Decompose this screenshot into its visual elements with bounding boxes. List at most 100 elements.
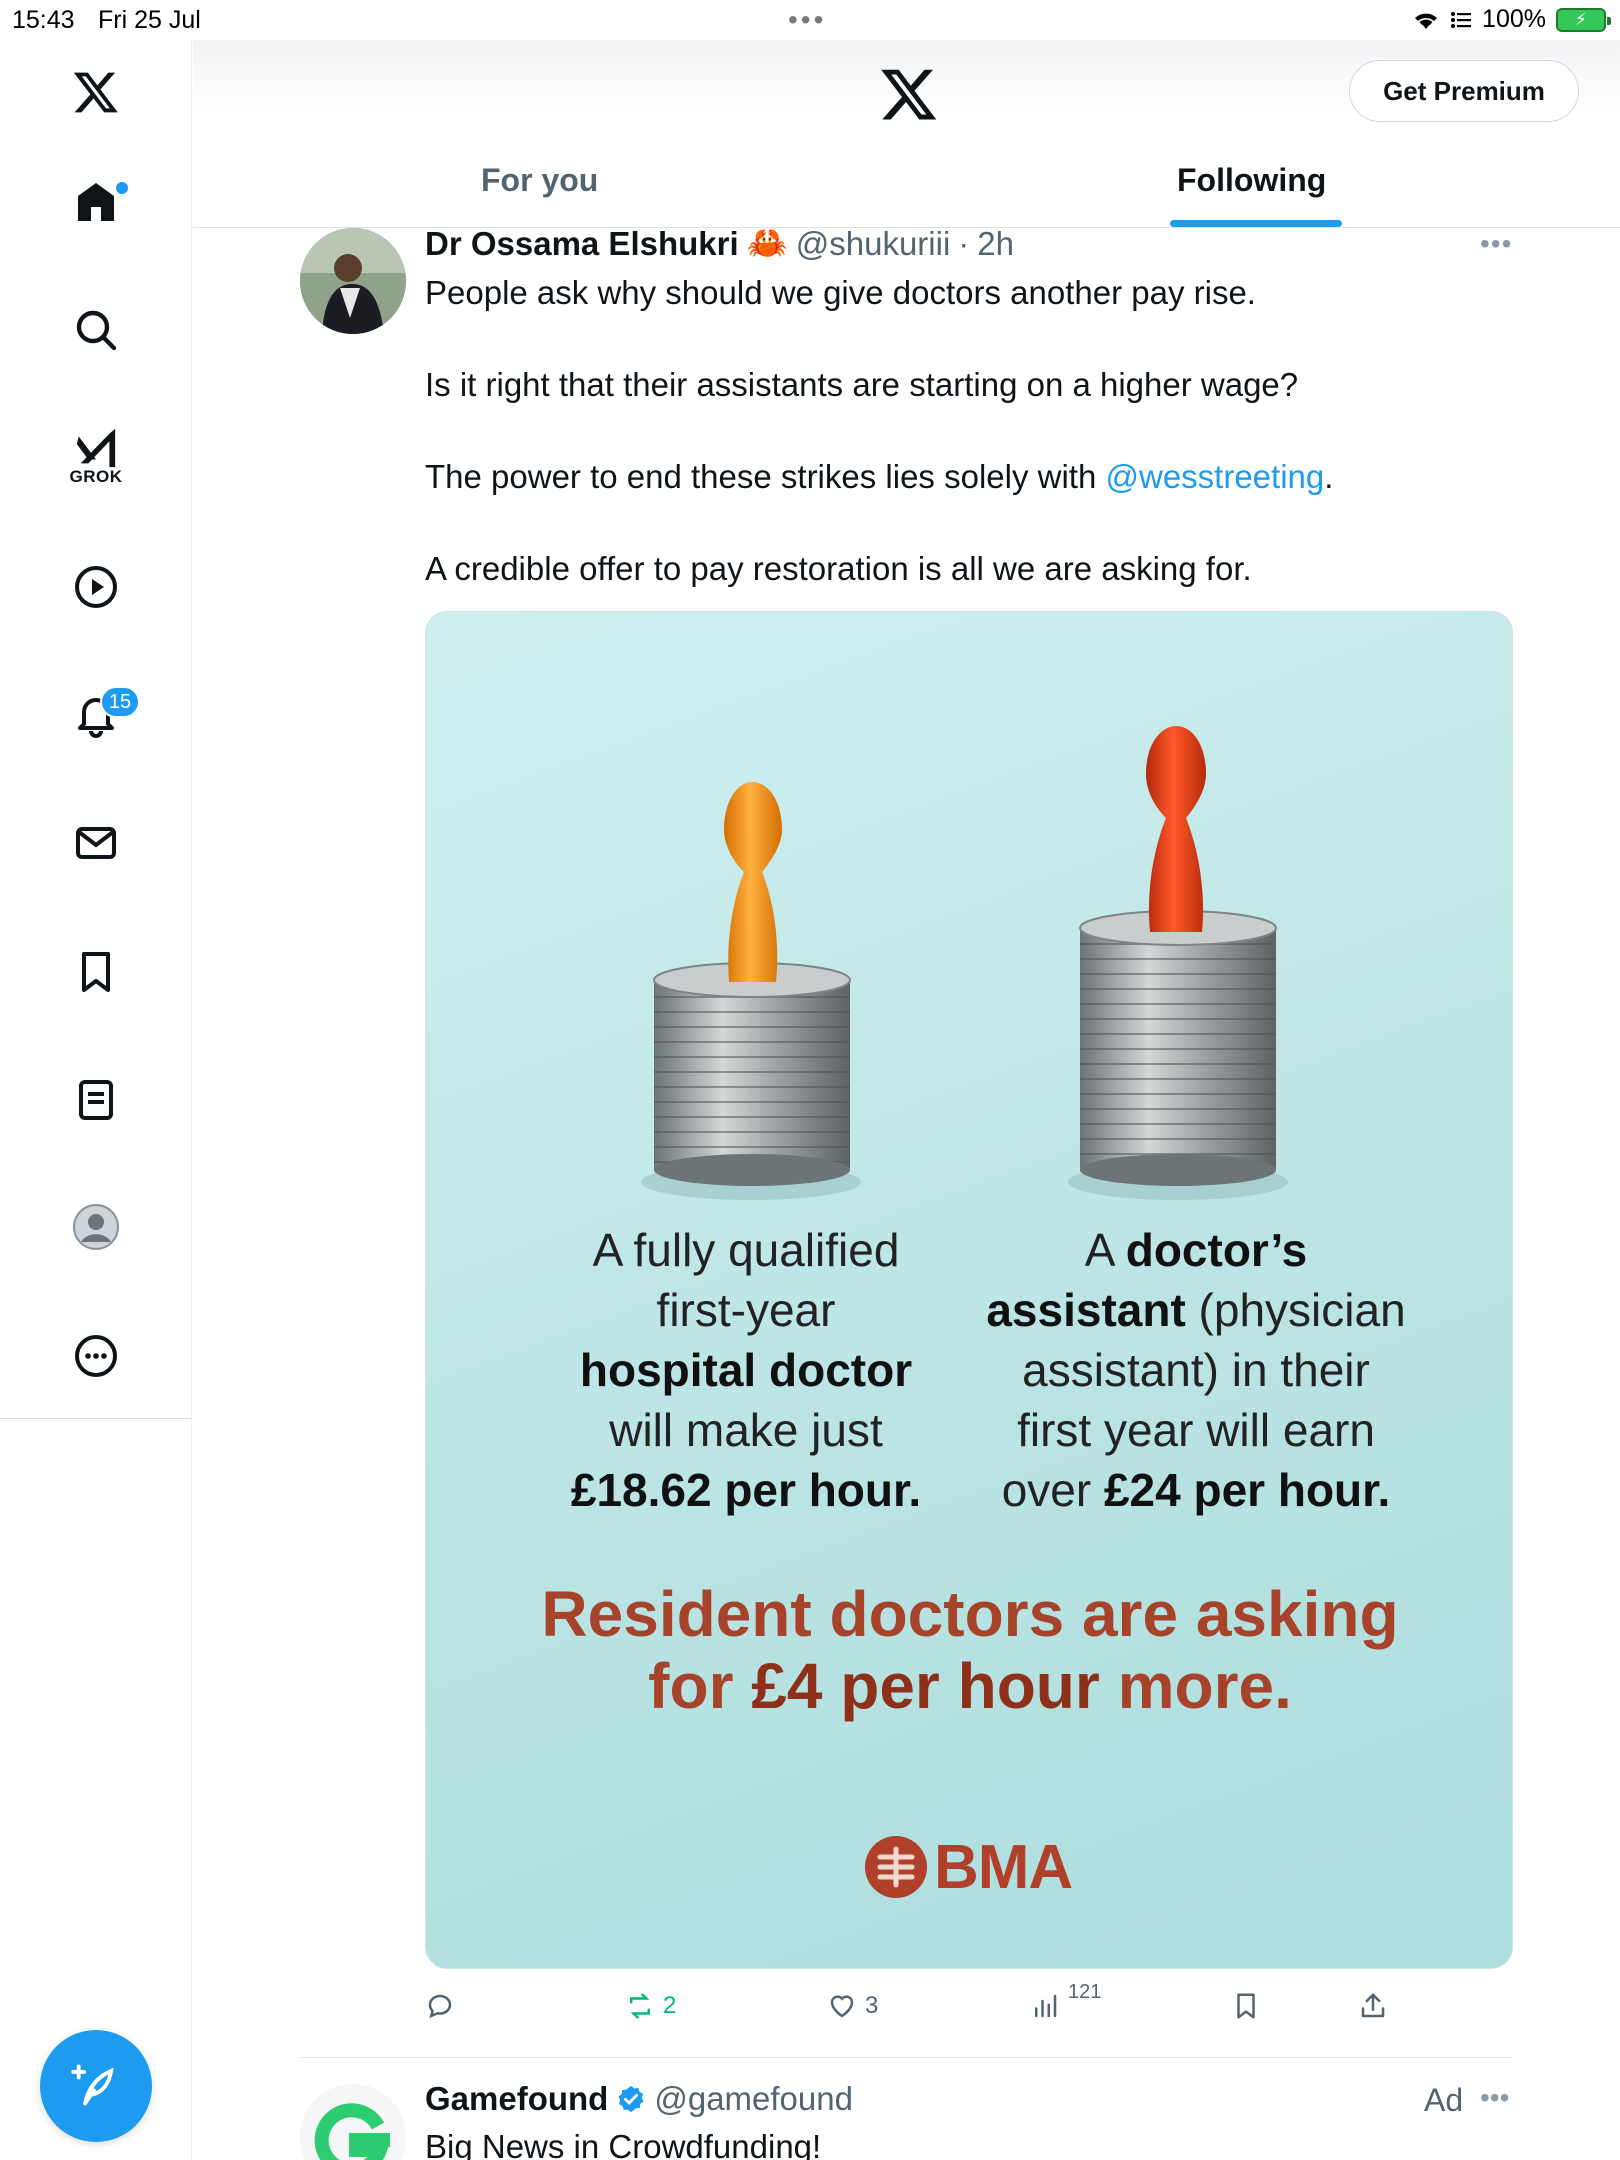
sidebar-item-home[interactable] bbox=[56, 162, 136, 242]
tweet-line: People ask why should we give doctors an… bbox=[425, 274, 1256, 311]
tweet-time[interactable]: 2h bbox=[977, 225, 1014, 263]
messages-icon bbox=[76, 827, 116, 859]
status-date: Fri 25 Jul bbox=[98, 6, 201, 34]
reply-button[interactable] bbox=[425, 1984, 455, 2028]
avatar[interactable] bbox=[300, 2084, 406, 2160]
right-caption-text: A bbox=[1084, 1224, 1126, 1276]
author-name[interactable]: Gamefound bbox=[425, 2080, 608, 2118]
tweet-actions: 2 3 121 bbox=[425, 1980, 1425, 2028]
home-unread-dot bbox=[116, 182, 128, 194]
share-button[interactable] bbox=[1358, 1984, 1388, 2028]
sidebar-item-video[interactable] bbox=[56, 547, 136, 627]
status-time: 15:43 bbox=[12, 6, 75, 34]
sidebar-divider bbox=[0, 1418, 192, 1419]
left-caption-bold: hospital doctor bbox=[579, 1344, 913, 1396]
tab-following[interactable]: Following bbox=[1177, 162, 1326, 199]
compose-feather-icon bbox=[71, 2064, 114, 2106]
mention-suffix: . bbox=[1324, 458, 1334, 495]
search-icon bbox=[76, 310, 117, 351]
tweet-header: Dr Ossama Elshukri 🦀 @shukuriii · 2h bbox=[425, 224, 1014, 263]
sidebar-item-notifications[interactable]: 15 bbox=[56, 674, 140, 754]
notification-badge: 15 bbox=[100, 686, 140, 718]
battery-percent: 100% bbox=[1482, 5, 1546, 33]
avatar[interactable] bbox=[300, 228, 406, 334]
views-icon bbox=[1035, 1994, 1057, 2018]
author-name[interactable]: Dr Ossama Elshukri bbox=[425, 225, 739, 263]
repost-count: 2 bbox=[663, 1992, 677, 2019]
tab-for-you[interactable]: For you bbox=[481, 162, 598, 199]
author-handle[interactable]: @shukuriii bbox=[796, 225, 951, 263]
left-caption-bold: £18.62 per hour. bbox=[570, 1464, 922, 1516]
view-count: 121 bbox=[1068, 1980, 1102, 2003]
like-count: 3 bbox=[865, 1992, 879, 2019]
sidebar-item-more[interactable] bbox=[56, 1316, 136, 1396]
right-caption-bold: £24 per hour. bbox=[1103, 1464, 1391, 1516]
heart-icon bbox=[830, 1995, 854, 2018]
tweet-text: Big News in Crowdfunding! bbox=[425, 2128, 822, 2160]
tweet-more-icon[interactable]: ••• bbox=[1480, 2082, 1509, 2114]
dot-separator: · bbox=[958, 224, 970, 262]
grok-label: GROK bbox=[69, 467, 123, 486]
more-icon bbox=[75, 1335, 117, 1377]
right-caption-line: A doctor’s bbox=[946, 1220, 1446, 1280]
author-handle[interactable]: @gamefound bbox=[654, 2080, 853, 2118]
status-right: 100% ⚡ bbox=[1412, 5, 1611, 34]
headline-line: Resident doctors are asking bbox=[541, 1578, 1399, 1650]
bma-emblem-icon bbox=[865, 1836, 927, 1898]
x-logo-icon[interactable] bbox=[879, 64, 939, 124]
headline-text: more. bbox=[1099, 1650, 1292, 1722]
battery-icon: ⚡ bbox=[1556, 7, 1611, 32]
left-caption-line: first-year bbox=[656, 1284, 836, 1336]
bookmark-button[interactable] bbox=[1231, 1984, 1261, 2028]
bookmarks-icon bbox=[82, 952, 110, 992]
tweet-image[interactable]: A fully qualified first-year hospital do… bbox=[425, 611, 1513, 1969]
active-tab-indicator bbox=[1170, 220, 1342, 227]
lists-icon bbox=[79, 1080, 113, 1120]
right-caption-line: over £24 per hour. bbox=[946, 1460, 1446, 1520]
timeline-header: Get Premium For you Following bbox=[193, 40, 1620, 228]
views-button[interactable]: 121 bbox=[1030, 1980, 1102, 2028]
repost-icon bbox=[630, 1993, 650, 2019]
sidebar-item-lists[interactable] bbox=[56, 1060, 136, 1140]
sidebar-item-search[interactable] bbox=[56, 290, 136, 370]
tweet-header: Gamefound @gamefound bbox=[425, 2080, 853, 2118]
mention-link[interactable]: @wesstreeting bbox=[1105, 458, 1324, 495]
right-caption-text: (physician bbox=[1185, 1284, 1406, 1336]
author-emoji: 🦀 bbox=[746, 224, 788, 261]
get-premium-button[interactable]: Get Premium bbox=[1349, 60, 1579, 122]
sidebar: GROK 15 bbox=[0, 40, 192, 2160]
tweet-text: People ask why should we give doctors an… bbox=[425, 270, 1525, 592]
share-icon bbox=[1361, 1993, 1385, 2018]
left-coin-stack bbox=[641, 962, 861, 1200]
left-caption-line: hospital doctor bbox=[536, 1340, 956, 1400]
bma-logo-text: BMA bbox=[934, 1832, 1073, 1902]
sidebar-item-profile[interactable] bbox=[56, 1187, 136, 1267]
right-caption-text: over bbox=[1001, 1464, 1104, 1516]
home-icon bbox=[78, 183, 114, 221]
tweet-line: The power to end these strikes lies sole… bbox=[425, 454, 1525, 500]
status-bar: 15:43 Fri 25 Jul ••• 100% ⚡ bbox=[0, 0, 1620, 40]
left-caption-line: A fully qualified bbox=[592, 1224, 900, 1276]
headline-bold: £4 per hour bbox=[751, 1650, 1100, 1722]
x-logo-icon[interactable] bbox=[56, 52, 136, 132]
repost-button[interactable]: 2 bbox=[625, 1984, 676, 2028]
tweet-line-text: The power to end these strikes lies sole… bbox=[425, 458, 1106, 495]
like-button[interactable]: 3 bbox=[827, 1984, 878, 2028]
left-caption-line: will make just bbox=[609, 1404, 883, 1456]
multitask-dots-icon[interactable]: ••• bbox=[788, 4, 826, 36]
bma-logo: BMA bbox=[864, 1832, 1073, 1902]
video-icon bbox=[75, 566, 117, 608]
wifi-icon bbox=[1415, 13, 1438, 29]
grok-icon bbox=[76, 428, 116, 468]
sidebar-item-messages[interactable] bbox=[56, 803, 136, 883]
left-caption-line: £18.62 per hour. bbox=[536, 1460, 956, 1520]
tweet-more-icon[interactable]: ••• bbox=[1480, 228, 1512, 260]
compose-post-button[interactable] bbox=[40, 2030, 152, 2142]
image-headline: Resident doctors are asking for £4 per h… bbox=[466, 1578, 1474, 1722]
right-caption: A doctor’s assistant (physician assistan… bbox=[946, 1220, 1446, 1520]
profile-icon bbox=[73, 1204, 119, 1250]
bookmark-icon bbox=[1237, 1993, 1255, 2019]
headline-text: for bbox=[648, 1650, 752, 1722]
sidebar-item-grok[interactable]: GROK bbox=[56, 416, 136, 496]
sidebar-item-bookmarks[interactable] bbox=[56, 932, 136, 1012]
